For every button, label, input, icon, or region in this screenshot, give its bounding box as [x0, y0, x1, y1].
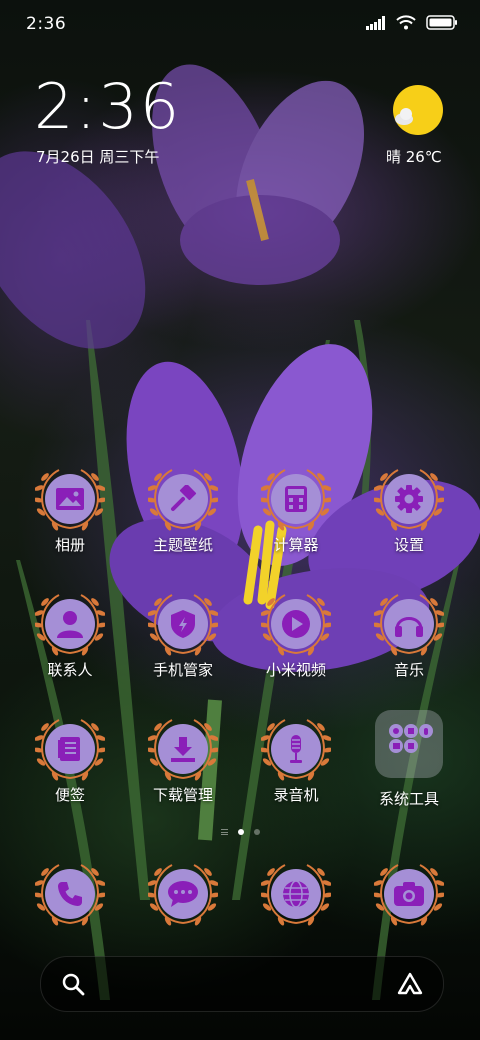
app-themes[interactable]: 主题壁纸 — [128, 464, 238, 555]
app-video[interactable]: 小米视频 — [241, 589, 351, 680]
status-time: 2:36 — [26, 14, 67, 34]
search-bar[interactable] — [40, 956, 444, 1012]
app-label: 主题壁纸 — [152, 536, 213, 554]
headphones-icon — [384, 599, 434, 649]
signal-icon — [366, 15, 385, 30]
clock-widget-time[interactable]: 2:36 — [34, 76, 181, 138]
gear-icon — [384, 474, 434, 524]
app-gallery[interactable]: 相册 — [15, 464, 125, 555]
play-icon — [271, 599, 321, 649]
app-label: 系统工具 — [378, 790, 439, 808]
app-security[interactable]: 手机管家 — [128, 589, 238, 680]
assistant-icon[interactable] — [397, 972, 423, 996]
app-downloads[interactable]: 下载管理 — [128, 714, 238, 805]
app-label: 计算器 — [273, 536, 319, 554]
app-label: 联系人 — [47, 661, 93, 679]
phone-icon — [45, 869, 95, 919]
app-label: 下载管理 — [152, 786, 213, 804]
search-icon — [62, 973, 85, 996]
weather-sunny-icon[interactable] — [392, 84, 444, 136]
folder-mini-app-icon — [419, 724, 433, 738]
folder-mini-app-icon — [389, 724, 403, 738]
status-icons — [366, 15, 458, 30]
calculator-icon — [271, 474, 321, 524]
dock-browser[interactable] — [261, 859, 331, 929]
app-calculator[interactable]: 计算器 — [241, 464, 351, 555]
folder-icon — [375, 710, 443, 778]
page-indicator[interactable] — [0, 829, 480, 835]
battery-icon — [426, 15, 457, 30]
clock-widget-date: 7月26日 周三下午 — [36, 148, 160, 166]
globe-icon — [271, 869, 321, 919]
page-dot — [253, 829, 260, 835]
shield-bolt-icon — [158, 599, 208, 649]
camera-icon — [384, 869, 434, 919]
dock-phone[interactable] — [35, 859, 105, 929]
page-list-icon — [220, 829, 228, 835]
folder-mini-app-icon — [404, 724, 418, 738]
app-label: 相册 — [54, 536, 85, 554]
app-music[interactable]: 音乐 — [354, 589, 464, 680]
person-icon — [45, 599, 95, 649]
app-settings[interactable]: 设置 — [354, 464, 464, 555]
app-contacts[interactable]: 联系人 — [15, 589, 125, 680]
notepad-icon — [45, 724, 95, 774]
paintbrush-icon — [158, 474, 208, 524]
app-label: 录音机 — [273, 786, 319, 804]
gallery-icon — [45, 474, 95, 524]
app-label: 手机管家 — [152, 661, 213, 679]
folder-mini-app-icon — [389, 739, 403, 753]
page-dot-active — [237, 829, 244, 835]
folder-mini-app-icon — [404, 739, 418, 753]
app-notes[interactable]: 便签 — [15, 714, 125, 805]
app-label: 设置 — [393, 536, 424, 554]
app-folder-system-tools[interactable]: 系统工具 — [354, 710, 464, 809]
dock-camera[interactable] — [374, 859, 444, 929]
download-icon — [158, 724, 208, 774]
microphone-icon — [271, 724, 321, 774]
status-bar: 2:36 — [0, 0, 480, 50]
wifi-icon — [396, 15, 416, 30]
dock-messages[interactable] — [148, 859, 218, 929]
message-icon — [158, 869, 208, 919]
weather-text: 晴 26℃ — [386, 148, 442, 166]
app-recorder[interactable]: 录音机 — [241, 714, 351, 805]
app-label: 小米视频 — [265, 661, 326, 679]
app-label: 便签 — [54, 786, 85, 804]
app-label: 音乐 — [393, 661, 424, 679]
